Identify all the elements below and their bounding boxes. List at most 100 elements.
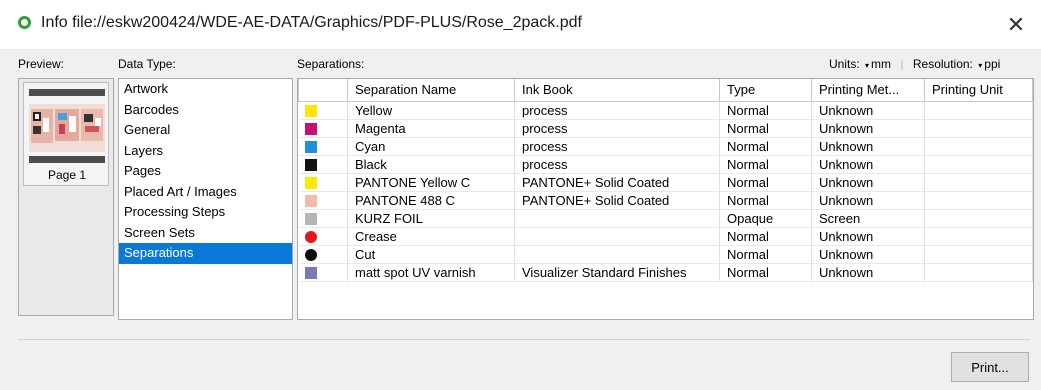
cell-type: Normal bbox=[719, 155, 812, 174]
cell-name: matt spot UV varnish bbox=[347, 263, 515, 282]
units-label: Units: bbox=[829, 57, 860, 71]
cell-method: Unknown bbox=[811, 245, 925, 264]
swatch-cell bbox=[298, 119, 348, 138]
color-swatch-icon bbox=[304, 195, 317, 208]
title-bar: Info file://eskw200424/WDE-AE-DATA/Graph… bbox=[0, 0, 1041, 50]
cell-ink-book bbox=[514, 227, 720, 246]
data-type-item[interactable]: Separations bbox=[119, 243, 292, 264]
data-type-item[interactable]: Pages bbox=[119, 161, 292, 182]
preview-panel: Page 1 bbox=[18, 78, 114, 316]
cell-method: Screen bbox=[811, 209, 925, 228]
table-row[interactable]: Magenta process Normal Unknown bbox=[298, 119, 1033, 138]
column-header[interactable]: Type bbox=[719, 79, 812, 102]
cell-type: Normal bbox=[719, 173, 812, 192]
cell-name: Crease bbox=[347, 227, 515, 246]
table-header-row: Separation Name Ink Book Type Printing Met.… bbox=[298, 79, 1033, 102]
thumbnail-bar bbox=[29, 89, 105, 96]
table-row[interactable]: Black process Normal Unknown bbox=[298, 155, 1033, 174]
cell-ink-book: process bbox=[514, 101, 720, 120]
color-swatch-icon bbox=[304, 159, 317, 172]
color-swatch-icon bbox=[304, 141, 317, 154]
cell-method: Unknown bbox=[811, 227, 925, 246]
column-header[interactable]: Printing Unit bbox=[924, 79, 1033, 102]
cell-ink-book: process bbox=[514, 119, 720, 138]
cell-ink-book: process bbox=[514, 155, 720, 174]
separations-label: Separations: bbox=[297, 57, 365, 71]
cell-ink-book: PANTONE+ Solid Coated bbox=[514, 191, 720, 210]
data-type-item[interactable]: Screen Sets bbox=[119, 223, 292, 244]
cell-type: Normal bbox=[719, 245, 812, 264]
color-swatch-icon bbox=[304, 231, 317, 244]
separations-table-container: Separation Name Ink Book Type Printing Met.… bbox=[297, 78, 1034, 320]
cell-type: Normal bbox=[719, 101, 812, 120]
swatch-cell bbox=[298, 209, 348, 228]
table-row[interactable]: PANTONE 488 C PANTONE+ Solid Coated Normal… bbox=[298, 191, 1033, 210]
table-row[interactable]: Cut Normal Unknown bbox=[298, 245, 1033, 264]
table-row[interactable]: Yellow process Normal Unknown bbox=[298, 101, 1033, 120]
data-type-item[interactable]: Placed Art / Images bbox=[119, 182, 292, 203]
data-type-list[interactable]: Artwork Barcodes General Layers Pages Placed … bbox=[118, 78, 293, 320]
page-label: Page 1 bbox=[47, 168, 87, 182]
cell-unit bbox=[924, 101, 1033, 120]
swatch-cell bbox=[298, 191, 348, 210]
color-swatch-icon bbox=[304, 249, 317, 262]
color-swatch-icon bbox=[304, 105, 317, 118]
cell-unit bbox=[924, 263, 1033, 282]
cell-unit bbox=[924, 155, 1033, 174]
cell-method: Unknown bbox=[811, 173, 925, 192]
units-dropdown[interactable]: ▾ mm bbox=[863, 57, 891, 71]
resolution-dropdown[interactable]: ▾ ppi bbox=[976, 57, 1000, 71]
column-header[interactable] bbox=[298, 79, 348, 102]
cell-type: Normal bbox=[719, 137, 812, 156]
color-swatch-icon bbox=[304, 267, 317, 280]
data-type-item[interactable]: Layers bbox=[119, 141, 292, 162]
close-button[interactable]: ✕ bbox=[999, 8, 1033, 42]
units-value: mm bbox=[871, 57, 892, 71]
cell-method: Unknown bbox=[811, 155, 925, 174]
data-type-item[interactable]: General bbox=[119, 120, 292, 141]
cell-unit bbox=[924, 119, 1033, 138]
color-swatch-icon bbox=[304, 213, 317, 226]
cell-method: Unknown bbox=[811, 191, 925, 210]
cell-unit bbox=[924, 209, 1033, 228]
print-button[interactable]: Print... bbox=[951, 352, 1029, 382]
table-row[interactable]: Crease Normal Unknown bbox=[298, 227, 1033, 246]
cell-name: Black bbox=[347, 155, 515, 174]
swatch-cell bbox=[298, 227, 348, 246]
status-circle-icon bbox=[18, 16, 31, 29]
column-header[interactable]: Separation Name bbox=[347, 79, 515, 102]
separations-table: Separation Name Ink Book Type Printing Met.… bbox=[298, 79, 1033, 282]
dropdown-arrow-icon: ▾ bbox=[865, 61, 870, 70]
resolution-value: ppi bbox=[984, 57, 1001, 71]
cell-type: Normal bbox=[719, 227, 812, 246]
thumbnail-image bbox=[29, 104, 105, 152]
column-header[interactable]: Ink Book bbox=[514, 79, 720, 102]
page-thumbnail[interactable]: Page 1 bbox=[23, 82, 109, 186]
data-type-item[interactable]: Barcodes bbox=[119, 100, 292, 121]
color-swatch-icon bbox=[304, 123, 317, 136]
data-type-item[interactable]: Processing Steps bbox=[119, 202, 292, 223]
cell-unit bbox=[924, 191, 1033, 210]
swatch-cell bbox=[298, 173, 348, 192]
swatch-cell bbox=[298, 137, 348, 156]
dropdown-arrow-icon: ▾ bbox=[978, 61, 983, 70]
cell-type: Opaque bbox=[719, 209, 812, 228]
color-swatch-icon bbox=[304, 177, 317, 190]
table-row[interactable]: matt spot UV varnish Visualizer Standard … bbox=[298, 263, 1033, 282]
units-resolution-bar: Units: ▾ mm | Resolution: ▾ ppi bbox=[829, 57, 1000, 71]
cell-name: KURZ FOIL bbox=[347, 209, 515, 228]
table-row[interactable]: Cyan process Normal Unknown bbox=[298, 137, 1033, 156]
cell-name: Cyan bbox=[347, 137, 515, 156]
cell-ink-book: Visualizer Standard Finishes bbox=[514, 263, 720, 282]
column-header[interactable]: Printing Met... bbox=[811, 79, 925, 102]
cell-method: Unknown bbox=[811, 137, 925, 156]
preview-label: Preview: bbox=[18, 57, 65, 71]
window-title: Info file://eskw200424/WDE-AE-DATA/Graph… bbox=[41, 14, 582, 31]
divider: | bbox=[900, 57, 904, 71]
data-type-item[interactable]: Artwork bbox=[119, 79, 292, 100]
cell-ink-book bbox=[514, 209, 720, 228]
swatch-cell bbox=[298, 263, 348, 282]
cell-type: Normal bbox=[719, 191, 812, 210]
table-row[interactable]: PANTONE Yellow C PANTONE+ Solid Coated Nor… bbox=[298, 173, 1033, 192]
table-row[interactable]: KURZ FOIL Opaque Screen bbox=[298, 209, 1033, 228]
